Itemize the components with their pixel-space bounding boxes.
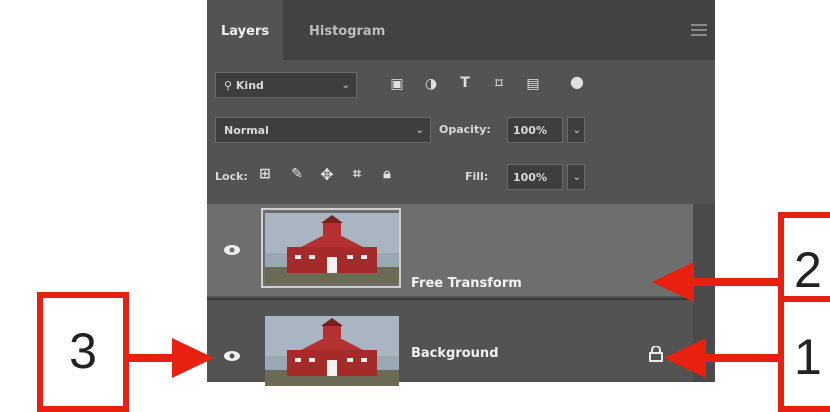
callout-1: 1: [778, 296, 830, 412]
arrow-1-head: [664, 338, 706, 378]
arrow-3-head: [172, 338, 214, 378]
callout-3: 3: [37, 292, 129, 412]
callout-2: 2: [778, 212, 830, 308]
arrow-2-head: [652, 262, 694, 302]
